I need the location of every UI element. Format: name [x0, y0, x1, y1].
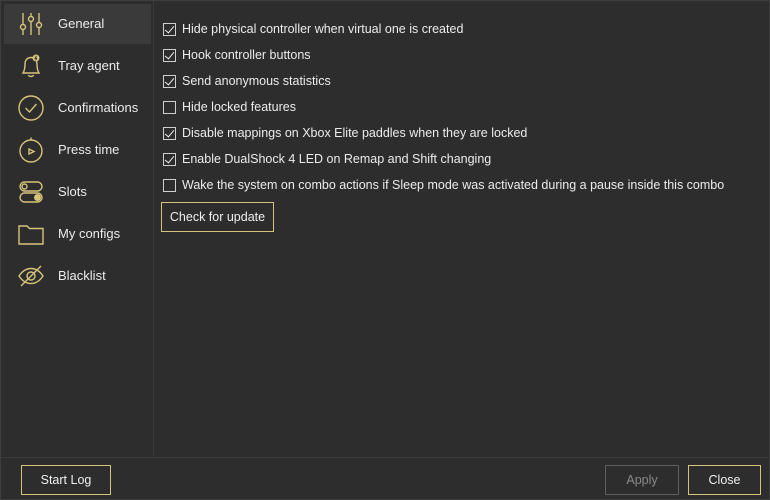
option-hide-physical-controller[interactable]: Hide physical controller when virtual on… — [163, 19, 463, 39]
option-label: Hide physical controller when virtual on… — [182, 22, 464, 36]
option-enable-dualshock-led[interactable]: Enable DualShock 4 LED on Remap and Shif… — [163, 149, 491, 169]
checkbox[interactable] — [163, 178, 176, 192]
checkbox[interactable] — [163, 126, 176, 140]
option-send-anonymous-statistics[interactable]: Send anonymous statistics — [163, 71, 331, 91]
close-button[interactable]: Close — [688, 465, 761, 495]
option-label: Send anonymous statistics — [182, 74, 331, 88]
sidebar-item-label: Press time — [58, 142, 120, 157]
option-disable-elite-paddles[interactable]: Disable mappings on Xbox Elite paddles w… — [163, 123, 527, 143]
checkbox[interactable] — [163, 22, 176, 36]
sidebar-item-general[interactable]: General — [4, 4, 151, 44]
stopwatch-icon — [17, 136, 45, 164]
footer-bar: Start Log Apply Close — [1, 457, 769, 500]
option-hide-locked-features[interactable]: Hide locked features — [163, 97, 296, 117]
option-label: Wake the system on combo actions if Slee… — [182, 178, 725, 192]
option-label: Enable DualShock 4 LED on Remap and Shif… — [182, 152, 492, 166]
sidebar-item-tray-agent[interactable]: Tray agent — [4, 46, 151, 86]
sidebar-item-press-time[interactable]: Press time — [4, 130, 151, 170]
sidebar-item-slots[interactable]: Slots — [4, 172, 151, 212]
sidebar-item-label: Tray agent — [58, 58, 120, 73]
sidebar-item-label: Confirmations — [58, 100, 139, 115]
start-log-button[interactable]: Start Log — [21, 465, 111, 495]
bell-icon — [17, 52, 45, 80]
folder-icon — [17, 220, 45, 248]
checkbox[interactable] — [163, 74, 176, 88]
checkbox[interactable] — [163, 152, 176, 166]
option-hook-controller-buttons[interactable]: Hook controller buttons — [163, 45, 311, 65]
sidebar-item-label: Slots — [58, 184, 87, 199]
option-label: Hide locked features — [182, 100, 296, 114]
checkbox[interactable] — [163, 48, 176, 62]
option-label: Disable mappings on Xbox Elite paddles w… — [182, 126, 528, 140]
apply-button[interactable]: Apply — [605, 465, 679, 495]
option-label: Hook controller buttons — [182, 48, 311, 62]
check-circle-icon — [17, 94, 45, 122]
checkbox[interactable] — [163, 100, 176, 114]
option-wake-system-on-combo[interactable]: Wake the system on combo actions if Slee… — [163, 175, 724, 195]
toggle-icon — [17, 178, 45, 206]
eye-off-icon — [17, 262, 45, 290]
settings-window: General Tray agent Confirmations Press t… — [0, 0, 770, 500]
sidebar-item-my-configs[interactable]: My configs — [4, 214, 151, 254]
sidebar-item-blacklist[interactable]: Blacklist — [4, 256, 151, 296]
sidebar-item-confirmations[interactable]: Confirmations — [4, 88, 151, 128]
sliders-icon — [17, 10, 45, 38]
check-for-update-button[interactable]: Check for update — [161, 202, 274, 232]
sidebar-item-label: My configs — [58, 226, 121, 241]
sidebar-item-label: Blacklist — [58, 268, 106, 283]
sidebar-item-label: General — [58, 16, 105, 31]
sidebar: General Tray agent Confirmations Press t… — [1, 1, 154, 456]
